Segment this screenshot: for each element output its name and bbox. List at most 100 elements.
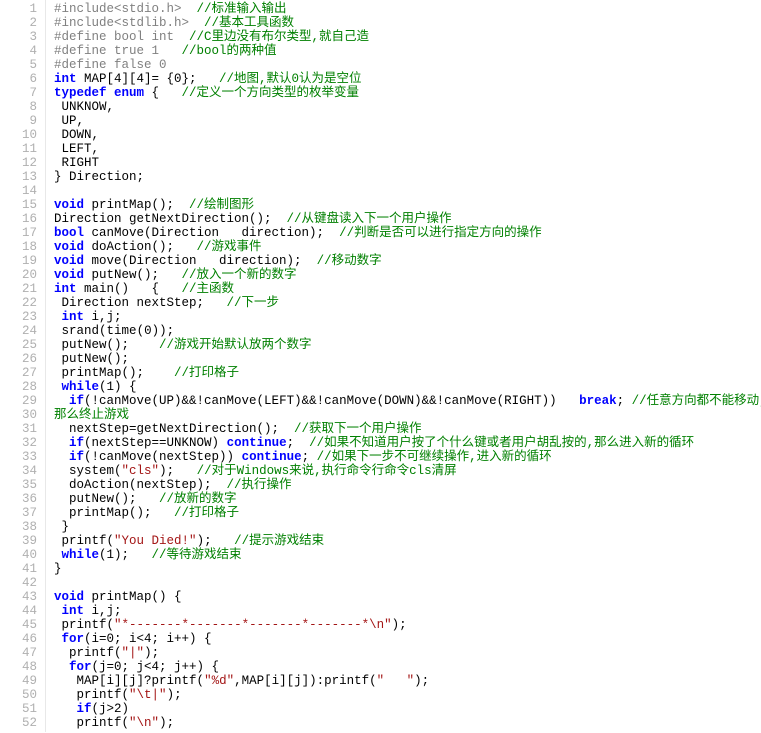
token-id: ; bbox=[287, 436, 310, 450]
code-line[interactable]: int MAP[4][4]= {0}; //地图,默认0认为是空位 bbox=[54, 72, 761, 86]
code-line[interactable]: while(1) { bbox=[54, 380, 761, 394]
code-line[interactable]: void printMap(); //绘制图形 bbox=[54, 198, 761, 212]
code-line[interactable]: void move(Direction direction); //移动数字 bbox=[54, 254, 761, 268]
code-line[interactable]: printMap(); //打印格子 bbox=[54, 366, 761, 380]
line-number: 36 bbox=[10, 492, 37, 506]
code-line[interactable]: for(i=0; i<4; i++) { bbox=[54, 632, 761, 646]
code-line[interactable]: } bbox=[54, 562, 761, 576]
token-kw: void bbox=[54, 268, 84, 282]
token-id bbox=[54, 660, 69, 674]
code-line[interactable]: srand(time(0)); bbox=[54, 324, 761, 338]
token-kw: int bbox=[62, 310, 85, 324]
code-line[interactable]: system("cls"); //对于Windows来说,执行命令行命令cls清… bbox=[54, 464, 761, 478]
code-editor-content[interactable]: #include<stdio.h> //标准输入输出#include<stdli… bbox=[46, 0, 761, 732]
line-number: 41 bbox=[10, 562, 37, 576]
code-line[interactable]: for(j=0; j<4; j++) { bbox=[54, 660, 761, 674]
code-line[interactable]: #define false 0 bbox=[54, 58, 761, 72]
code-line[interactable]: int i,j; bbox=[54, 604, 761, 618]
token-id: printMap(); bbox=[54, 366, 174, 380]
code-line[interactable]: putNew(); bbox=[54, 352, 761, 366]
token-id bbox=[54, 310, 62, 324]
code-line[interactable]: int main() { //主函数 bbox=[54, 282, 761, 296]
token-fn: srand bbox=[62, 324, 100, 338]
line-number: 13 bbox=[10, 170, 37, 184]
code-line[interactable]: MAP[i][j]?printf("%d",MAP[i][j]):printf(… bbox=[54, 674, 761, 688]
code-line[interactable]: printMap(); //打印格子 bbox=[54, 506, 761, 520]
token-id: ( bbox=[122, 716, 130, 730]
token-id: i,j; bbox=[84, 310, 122, 324]
token-cm: //如果不知道用户按了个什么键或者用户胡乱按的,那么进入新的循环 bbox=[309, 436, 694, 450]
token-cm: //打印格子 bbox=[174, 366, 239, 380]
code-line[interactable]: RIGHT bbox=[54, 156, 761, 170]
token-id: ( bbox=[107, 534, 115, 548]
token-id: move(Direction direction); bbox=[84, 254, 317, 268]
code-line[interactable]: } Direction; bbox=[54, 170, 761, 184]
line-number: 45 bbox=[10, 618, 37, 632]
code-line[interactable]: putNew(); //放新的数字 bbox=[54, 492, 761, 506]
code-line[interactable]: void doAction(); //游戏事件 bbox=[54, 240, 761, 254]
token-id: ,MAP[i][j]): bbox=[234, 674, 324, 688]
code-line[interactable] bbox=[54, 576, 761, 590]
token-cm: //从键盘读入下一个用户操作 bbox=[287, 212, 452, 226]
code-line[interactable]: Direction nextStep; //下一步 bbox=[54, 296, 761, 310]
code-line[interactable]: UNKNOW, bbox=[54, 100, 761, 114]
line-number-gutter: 1234567891011121314151617181920212223242… bbox=[0, 0, 46, 732]
token-id: UP, bbox=[54, 114, 84, 128]
token-id: (j=0; j<4; j++) { bbox=[92, 660, 220, 674]
token-kw: typedef enum bbox=[54, 86, 144, 100]
token-fn: printf bbox=[62, 534, 107, 548]
code-line[interactable]: doAction(nextStep); //执行操作 bbox=[54, 478, 761, 492]
code-line[interactable]: if(!canMove(UP)&&!canMove(LEFT)&&!canMov… bbox=[54, 394, 761, 408]
code-line[interactable]: putNew(); //游戏开始默认放两个数字 bbox=[54, 338, 761, 352]
code-line[interactable]: #define true 1 //bool的两种值 bbox=[54, 44, 761, 58]
code-line[interactable]: printf("|"); bbox=[54, 646, 761, 660]
code-line[interactable]: } bbox=[54, 520, 761, 534]
code-line[interactable]: printf("You Died!"); //提示游戏结束 bbox=[54, 534, 761, 548]
code-line[interactable]: void printMap() { bbox=[54, 590, 761, 604]
token-cm: //判断是否可以进行指定方向的操作 bbox=[339, 226, 542, 240]
token-kw: break bbox=[579, 394, 617, 408]
token-st: "You Died!" bbox=[114, 534, 197, 548]
code-line[interactable]: #define bool int //C里边没有布尔类型,就自己造 bbox=[54, 30, 761, 44]
code-line[interactable]: printf("\n"); bbox=[54, 716, 761, 730]
code-line[interactable]: typedef enum { //定义一个方向类型的枚举变量 bbox=[54, 86, 761, 100]
code-line[interactable]: bool canMove(Direction direction); //判断是… bbox=[54, 226, 761, 240]
code-line[interactable]: 那么终止游戏 bbox=[54, 408, 761, 422]
code-line[interactable]: if(j>2) bbox=[54, 702, 761, 716]
line-number: 21 bbox=[10, 282, 37, 296]
code-line[interactable]: LEFT, bbox=[54, 142, 761, 156]
token-id: } bbox=[54, 562, 62, 576]
code-line[interactable]: printf("\t|"); bbox=[54, 688, 761, 702]
token-id: ( bbox=[114, 464, 122, 478]
token-id: ; bbox=[302, 450, 317, 464]
line-number: 1 bbox=[10, 2, 37, 16]
token-kw: while bbox=[62, 548, 100, 562]
code-line[interactable]: Direction getNextDirection(); //从键盘读入下一个… bbox=[54, 212, 761, 226]
token-id: main() { bbox=[77, 282, 182, 296]
code-line[interactable]: nextStep=getNextDirection(); //获取下一个用户操作 bbox=[54, 422, 761, 436]
code-line[interactable]: void putNew(); //放入一个新的数字 bbox=[54, 268, 761, 282]
token-st: "\n" bbox=[129, 716, 159, 730]
code-line[interactable]: DOWN, bbox=[54, 128, 761, 142]
code-line[interactable]: int i,j; bbox=[54, 310, 761, 324]
token-pp: #define false 0 bbox=[54, 58, 167, 72]
line-number: 34 bbox=[10, 464, 37, 478]
token-kw: int bbox=[54, 72, 77, 86]
token-id: Direction getNextDirection(); bbox=[54, 212, 287, 226]
token-kw: if bbox=[69, 450, 84, 464]
line-number: 51 bbox=[10, 702, 37, 716]
code-line[interactable]: #include<stdio.h> //标准输入输出 bbox=[54, 2, 761, 16]
token-id: (1) { bbox=[99, 380, 137, 394]
code-line[interactable]: UP, bbox=[54, 114, 761, 128]
token-id: MAP[i][j]? bbox=[54, 674, 152, 688]
code-line[interactable] bbox=[54, 184, 761, 198]
line-number: 18 bbox=[10, 240, 37, 254]
code-line[interactable]: #include<stdlib.h> //基本工具函数 bbox=[54, 16, 761, 30]
line-number: 39 bbox=[10, 534, 37, 548]
code-line[interactable]: while(1); //等待游戏结束 bbox=[54, 548, 761, 562]
token-kw: void bbox=[54, 590, 84, 604]
code-line[interactable]: printf("*-------*-------*-------*-------… bbox=[54, 618, 761, 632]
token-kw: for bbox=[69, 660, 92, 674]
code-line[interactable]: if(!canMove(nextStep)) continue; //如果下一步… bbox=[54, 450, 761, 464]
code-line[interactable]: if(nextStep==UNKNOW) continue; //如果不知道用户… bbox=[54, 436, 761, 450]
